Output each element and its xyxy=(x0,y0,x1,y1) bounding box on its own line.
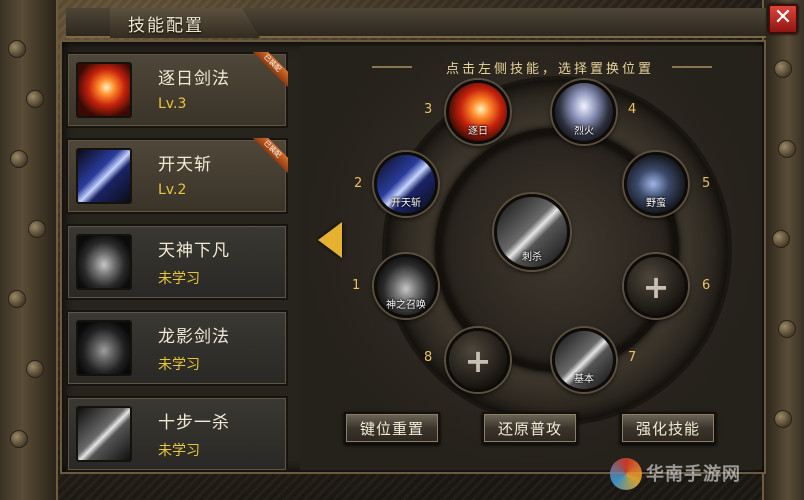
skill-name: 开天斩 xyxy=(158,155,212,175)
god-figure-icon xyxy=(76,234,132,290)
slot-5[interactable]: 野蛮 xyxy=(624,152,688,216)
slot-7[interactable]: 基本 xyxy=(552,328,616,392)
skill-level: Lv.2 xyxy=(158,182,187,198)
equipped-badge: 已装配 xyxy=(252,138,288,174)
slot-2[interactable]: 开天斩 xyxy=(374,152,438,216)
skill-name: 逐日剑法 xyxy=(158,69,230,89)
slot-3[interactable]: 逐日 xyxy=(446,80,510,144)
skill-card-kaitian[interactable]: 开天斩 Lv.2 已装配 xyxy=(66,138,288,214)
skill-card-shibu[interactable]: 十步一杀 未学习 xyxy=(66,396,288,472)
restore-attack-button[interactable]: 还原普攻 xyxy=(482,412,578,444)
skill-card-tianshen[interactable]: 天神下凡 未学习 xyxy=(66,224,288,300)
slot-number: 8 xyxy=(424,350,433,365)
reset-keys-button[interactable]: 键位重置 xyxy=(344,412,440,444)
window-title: 技能配置 xyxy=(110,8,260,38)
watermark-text: 华南手游网 xyxy=(646,464,741,485)
slot-6[interactable]: + xyxy=(624,254,688,318)
watermark-logo-icon xyxy=(610,458,642,490)
slot-number: 7 xyxy=(628,350,637,365)
skill-card-zhuri[interactable]: 逐日剑法 Lv.3 已装配 xyxy=(66,52,288,128)
arrow-left-icon[interactable] xyxy=(318,222,342,258)
hint-ornament-right xyxy=(672,66,712,68)
dragon-ornament-right xyxy=(762,0,804,500)
slot-1[interactable]: 神之召唤 xyxy=(374,254,438,318)
close-button[interactable]: ✕ xyxy=(768,4,798,34)
slot-8[interactable]: + xyxy=(446,328,510,392)
plus-icon: + xyxy=(642,268,670,306)
blue-blade-icon xyxy=(76,148,132,204)
skill-level: 未学习 xyxy=(158,443,200,459)
slot-center[interactable]: 刺杀 xyxy=(494,194,570,270)
enhance-skill-button[interactable]: 强化技能 xyxy=(620,412,716,444)
slot-number: 3 xyxy=(424,102,433,117)
fire-slash-icon xyxy=(76,62,132,118)
ten-step-icon xyxy=(76,406,132,462)
skill-level: 未学习 xyxy=(158,357,200,373)
skill-card-longying[interactable]: 龙影剑法 未学习 xyxy=(66,310,288,386)
skill-name: 十步一杀 xyxy=(158,413,230,433)
slot-number: 5 xyxy=(702,176,711,191)
skill-level: 未学习 xyxy=(158,271,200,287)
slot-number: 2 xyxy=(354,176,363,191)
plus-icon: + xyxy=(464,342,492,380)
slot-4[interactable]: 烈火 xyxy=(552,80,616,144)
dragon-ornament-left xyxy=(0,0,58,500)
skill-level: Lv.3 xyxy=(158,96,187,112)
skill-name: 龙影剑法 xyxy=(158,327,230,347)
slot-number: 1 xyxy=(352,278,361,293)
skill-list: 逐日剑法 Lv.3 已装配 开天斩 Lv.2 已装配 天神下凡 未学习 龙影剑法… xyxy=(66,52,292,472)
slot-number: 6 xyxy=(702,278,711,293)
slot-number: 4 xyxy=(628,102,637,117)
equipped-badge: 已装配 xyxy=(252,52,288,88)
dragon-shadow-icon xyxy=(76,320,132,376)
skill-name: 天神下凡 xyxy=(158,241,230,261)
